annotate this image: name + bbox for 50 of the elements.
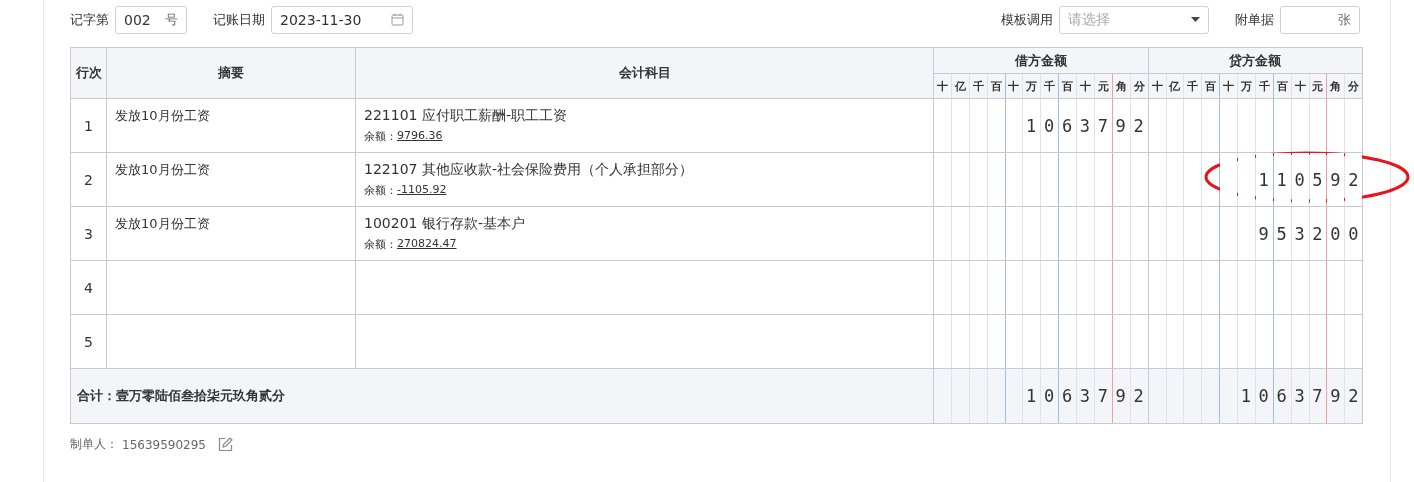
table-cell[interactable] <box>355 314 934 369</box>
amount-text: 1063792 <box>1026 115 1152 136</box>
amount-text: 1063792 <box>1026 386 1152 406</box>
table-cell[interactable]: 发放10月份工资 <box>106 206 356 261</box>
table-cell: 4 <box>70 260 107 315</box>
voucher-number-field[interactable]: 002 号 <box>115 5 187 34</box>
date-label: 记账日期 <box>213 10 265 29</box>
summary-text: 发放10月份工资 <box>115 107 210 125</box>
template-label: 模板调用 <box>1001 10 1053 29</box>
table-cell[interactable]: 221101 应付职工薪酬-职工工资 余额：9796.36 <box>355 98 934 153</box>
column-header: 会计科目 <box>355 47 934 99</box>
balance-link[interactable]: -1105.92 <box>397 183 447 198</box>
amount-text: 953200 <box>1258 223 1367 244</box>
table-cell[interactable]: 发放10月份工资 <box>106 98 356 153</box>
table-cell[interactable] <box>355 260 934 315</box>
balance-link[interactable]: 9796.36 <box>397 129 443 144</box>
maker-label: 制单人： <box>70 436 118 453</box>
table-cell[interactable] <box>106 314 356 369</box>
balance-label: 余额： <box>364 237 397 252</box>
maker-name: 15639590295 <box>122 437 206 452</box>
attachments-field[interactable]: 张 <box>1280 5 1360 34</box>
account-text: 100201 银行存款-基本户 <box>364 215 526 233</box>
amount-text: 1063792 <box>1240 386 1367 406</box>
balance-link[interactable]: 270824.47 <box>397 237 457 252</box>
account-text: 122107 其他应收款-社会保险费用（个人承担部分） <box>364 161 694 179</box>
table-cell: 3 <box>70 206 107 261</box>
account-text: 221101 应付职工薪酬-职工工资 <box>364 107 568 125</box>
column-header: 行次 <box>70 47 107 99</box>
table-cell[interactable] <box>106 260 356 315</box>
column-header: 借方金额 <box>933 47 1149 74</box>
balance-label: 余额： <box>364 129 397 144</box>
calendar-icon[interactable] <box>391 13 404 26</box>
table-cell[interactable]: 122107 其他应收款-社会保险费用（个人承担部分） 余额：-1105.92 <box>355 152 934 207</box>
table-cell[interactable]: 发放10月份工资 <box>106 152 356 207</box>
date-field[interactable]: 2023-11-30 <box>271 5 413 34</box>
column-header: 摘要 <box>106 47 356 99</box>
total-cell: 合计：壹万零陆佰叁拾柒元玖角贰分 <box>70 368 934 424</box>
table-cell: 5 <box>70 314 107 369</box>
amount-text: 110592 <box>1258 169 1367 190</box>
table-cell: 1 <box>70 98 107 153</box>
summary-text: 发放10月份工资 <box>115 161 210 179</box>
summary-text: 发放10月份工资 <box>115 215 210 233</box>
edit-icon[interactable] <box>218 437 233 452</box>
table-cell[interactable]: 100201 银行存款-基本户 余额：270824.47 <box>355 206 934 261</box>
balance-label: 余额： <box>364 183 397 198</box>
attachments-label: 附单据 <box>1235 10 1274 29</box>
voucher-word-label: 记字第 <box>70 10 109 29</box>
caret-icon <box>1191 17 1200 22</box>
column-header: 贷方金额 <box>1148 47 1363 74</box>
table-cell: 2 <box>70 152 107 207</box>
